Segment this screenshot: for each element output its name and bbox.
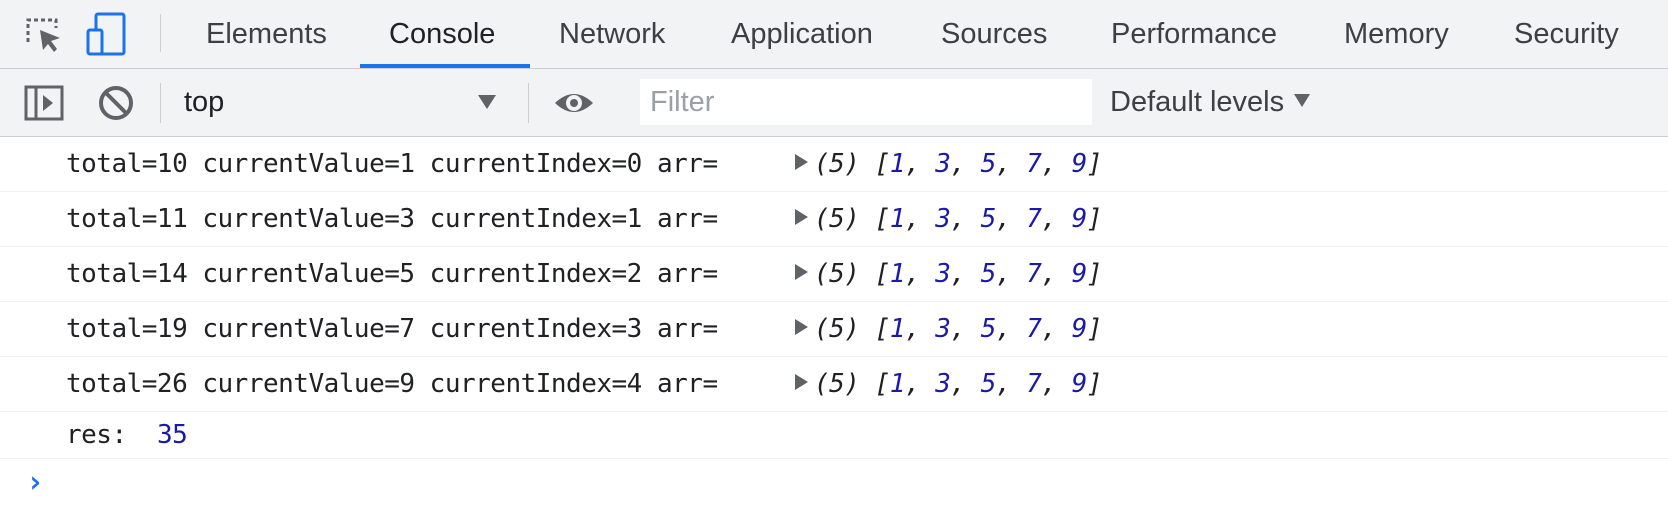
expand-triangle-icon[interactable] [795, 154, 808, 170]
inspect-element-icon[interactable] [22, 12, 66, 56]
array-value: 5 [980, 314, 997, 344]
array-value: 9 [1071, 259, 1088, 289]
array-value: 7 [1026, 259, 1042, 289]
console-message: total=14 currentValue=5 currentIndex=2 a… [0, 247, 1668, 302]
array-preview[interactable]: (5) [1, 3, 5, 7, 9] [795, 367, 1102, 401]
message-text: total=14 currentValue=5 currentIndex=2 a… [66, 259, 718, 289]
expand-triangle-icon[interactable] [795, 264, 808, 280]
clear-console-icon[interactable] [94, 81, 138, 125]
tab-network[interactable]: Network [559, 0, 665, 68]
array-length: (5) [814, 314, 860, 344]
result-value: 35 [156, 420, 188, 450]
array-value: 7 [1026, 149, 1042, 179]
console-messages: total=10 currentValue=1 currentIndex=0 a… [0, 137, 1668, 515]
message-text: total=11 currentValue=3 currentIndex=1 a… [66, 204, 718, 234]
array-value: 5 [980, 369, 997, 399]
message-text: total=26 currentValue=9 currentIndex=4 a… [66, 369, 718, 399]
array-value: 3 [935, 149, 951, 179]
result-label: res: [66, 420, 127, 450]
array-length: (5) [814, 369, 860, 399]
expand-triangle-icon[interactable] [795, 319, 808, 335]
panel-tabbar: Elements Console Network Application Sou… [0, 0, 1668, 69]
array-value: 5 [980, 259, 997, 289]
console-message: total=19 currentValue=7 currentIndex=3 a… [0, 302, 1668, 357]
toolbar-divider [528, 83, 529, 123]
array-length: (5) [814, 259, 860, 289]
array-value: 9 [1071, 149, 1088, 179]
array-preview[interactable]: (5) [1, 3, 5, 7, 9] [795, 202, 1102, 236]
array-value: 7 [1026, 369, 1042, 399]
console-message: total=11 currentValue=3 currentIndex=1 a… [0, 192, 1668, 247]
array-value: 1 [889, 204, 906, 234]
tabbar-divider [160, 14, 161, 52]
prompt-caret-icon: › [26, 465, 45, 500]
device-toolbar-icon[interactable] [84, 12, 128, 56]
array-value: 1 [889, 314, 906, 344]
array-preview[interactable]: (5) [1, 3, 5, 7, 9] [795, 147, 1102, 181]
array-preview[interactable]: (5) [1, 3, 5, 7, 9] [795, 312, 1102, 346]
message-text: total=19 currentValue=7 currentIndex=3 a… [66, 314, 718, 344]
expand-triangle-icon[interactable] [795, 374, 808, 390]
devtools-window: Elements Console Network Application Sou… [0, 0, 1668, 520]
array-value: 5 [980, 149, 997, 179]
array-value: 9 [1071, 314, 1088, 344]
console-message: total=10 currentValue=1 currentIndex=0 a… [0, 137, 1668, 192]
array-value: 3 [935, 369, 951, 399]
tab-memory[interactable]: Memory [1344, 0, 1449, 68]
context-selector[interactable]: top [176, 73, 508, 131]
array-value: 1 [889, 149, 906, 179]
array-value: 7 [1026, 204, 1042, 234]
result-line: res: 35 [66, 418, 188, 452]
array-value: 1 [889, 369, 906, 399]
array-value: 7 [1026, 314, 1042, 344]
array-value: 3 [935, 259, 951, 289]
console-toolbar: top Default levels [0, 69, 1668, 137]
console-message: total=26 currentValue=9 currentIndex=4 a… [0, 357, 1668, 412]
console-prompt[interactable]: › [0, 459, 1668, 515]
console-result-message: res: 35 [0, 412, 1668, 459]
array-value: 9 [1071, 369, 1088, 399]
tab-elements[interactable]: Elements [206, 0, 327, 68]
filter-input[interactable] [640, 79, 1092, 125]
dropdown-arrow-icon [478, 95, 496, 109]
array-value: 9 [1071, 204, 1088, 234]
array-preview[interactable]: (5) [1, 3, 5, 7, 9] [795, 257, 1102, 291]
array-value: 5 [980, 204, 997, 234]
tab-security[interactable]: Security [1514, 0, 1619, 68]
show-sidebar-icon[interactable] [22, 81, 66, 125]
tab-sources[interactable]: Sources [941, 0, 1047, 68]
tab-application[interactable]: Application [731, 0, 873, 68]
array-length: (5) [814, 149, 860, 179]
array-value: 3 [935, 204, 951, 234]
array-value: 3 [935, 314, 951, 344]
context-value: top [184, 86, 225, 118]
expand-triangle-icon[interactable] [795, 209, 808, 225]
toolbar-divider [160, 83, 161, 123]
active-tab-indicator [360, 64, 530, 68]
tab-console[interactable]: Console [389, 0, 495, 68]
tab-performance[interactable]: Performance [1111, 0, 1277, 68]
log-levels-dropdown[interactable]: Default levels [1110, 73, 1311, 131]
log-levels-label: Default levels [1110, 86, 1285, 118]
live-expression-eye-icon[interactable] [552, 81, 596, 125]
message-text: total=10 currentValue=1 currentIndex=0 a… [66, 149, 718, 179]
dropdown-arrow-icon [1294, 94, 1311, 107]
array-length: (5) [814, 204, 860, 234]
array-value: 1 [889, 259, 906, 289]
